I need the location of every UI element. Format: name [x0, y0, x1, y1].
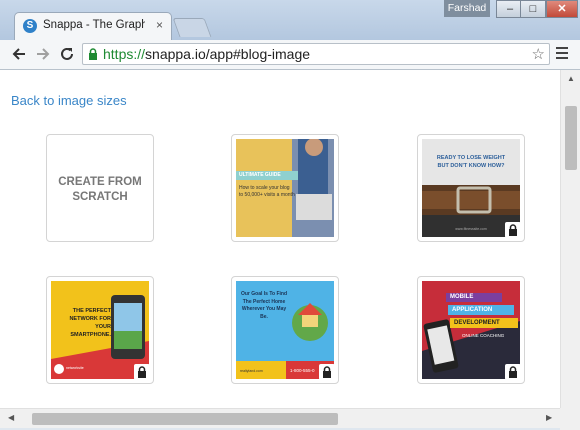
- page-viewport: Back to image sizes CREATE FROM SCRATCH …: [0, 70, 560, 408]
- forward-arrow-icon[interactable]: [34, 46, 52, 64]
- template-card-smartphone-network[interactable]: THE PERFECT NETWORK FOR YOUR SMARTPHONE.…: [46, 276, 154, 384]
- address-bar[interactable]: https://snappa.io/app#blog-image ☆: [82, 43, 550, 65]
- premium-lock-icon: [505, 364, 521, 380]
- template-thumbnail: ULTIMATE GUIDE How to scale your blog to…: [236, 139, 334, 237]
- vertical-scrollbar[interactable]: ▲: [560, 70, 580, 408]
- back-to-image-sizes-link[interactable]: Back to image sizes: [11, 93, 127, 108]
- close-window-button[interactable]: ✕: [546, 0, 578, 18]
- new-tab-button[interactable]: [172, 18, 212, 37]
- app-line-3: DEVELOPMENT: [454, 320, 500, 326]
- tab-close-icon[interactable]: ×: [156, 18, 163, 32]
- browser-tab[interactable]: S Snappa - The Graphic Des ×: [14, 12, 172, 40]
- template-card-ultimate-guide[interactable]: ULTIMATE GUIDE How to scale your blog to…: [231, 134, 339, 242]
- weight-line-1: READY TO LOSE WEIGHT: [436, 155, 506, 161]
- home-text: Our Goal Is To Find The Perfect Home Whe…: [240, 291, 288, 320]
- browser-toolbar: https://snappa.io/app#blog-image ☆: [0, 40, 580, 70]
- bookmark-star-icon[interactable]: ☆: [532, 45, 545, 63]
- maximize-button[interactable]: □: [520, 0, 546, 18]
- create-from-scratch-label: CREATE FROM SCRATCH: [47, 175, 153, 205]
- template-card-mobile-app[interactable]: MOBILE APPLICATION DEVELOPMENT ONLINE CO…: [417, 276, 525, 384]
- chrome-menu-icon[interactable]: [556, 47, 568, 62]
- horizontal-scroll-thumb[interactable]: [32, 413, 338, 425]
- weight-line-2: BUT DON'T KNOW HOW?: [437, 163, 505, 169]
- guide-banner: ULTIMATE GUIDE: [239, 172, 281, 178]
- premium-lock-icon: [319, 364, 335, 380]
- home-brand: realtyland.com: [240, 369, 263, 373]
- horizontal-scrollbar[interactable]: ◀ ▶: [0, 408, 560, 428]
- premium-lock-icon: [134, 364, 150, 380]
- scratch-line-2: SCRATCH: [72, 191, 128, 203]
- url-scheme: https://: [103, 46, 146, 62]
- template-card-perfect-home[interactable]: Our Goal Is To Find The Perfect Home Whe…: [231, 276, 339, 384]
- tab-title: Snappa - The Graphic Des: [43, 19, 145, 31]
- smartphone-text: THE PERFECT NETWORK FOR YOUR SMARTPHONE.: [69, 308, 111, 338]
- secure-lock-icon: [89, 48, 97, 60]
- scrollbar-corner: [560, 408, 580, 430]
- profile-badge[interactable]: Farshad: [444, 0, 490, 17]
- premium-lock-icon: [505, 222, 521, 238]
- back-arrow-icon[interactable]: [10, 46, 28, 64]
- app-line-4: ONLINE COACHING: [462, 333, 505, 338]
- scroll-right-arrow-icon[interactable]: ▶: [546, 413, 552, 422]
- app-line-1: MOBILE: [450, 294, 474, 300]
- url-path: snappa.io/app#blog-image: [145, 46, 311, 62]
- scratch-line-1: CREATE FROM: [58, 176, 142, 188]
- app-line-2: APPLICATION: [452, 307, 493, 313]
- window-titlebar: S Snappa - The Graphic Des × Farshad – □…: [0, 0, 580, 40]
- reload-icon[interactable]: [58, 46, 76, 64]
- home-phone: 1-800-555-0: [290, 368, 315, 373]
- template-card-lose-weight[interactable]: READY TO LOSE WEIGHT BUT DON'T KNOW HOW?…: [417, 134, 525, 242]
- create-from-scratch-card[interactable]: CREATE FROM SCRATCH: [46, 134, 154, 242]
- scroll-up-arrow-icon[interactable]: ▲: [567, 74, 575, 83]
- scroll-left-arrow-icon[interactable]: ◀: [8, 413, 14, 422]
- smartphone-brand: networksite: [66, 366, 84, 370]
- url-text: https://snappa.io/app#blog-image: [103, 46, 310, 62]
- snappa-favicon-icon: S: [23, 19, 37, 33]
- guide-text: How to scale your blog to 50,000+ visits…: [239, 185, 295, 198]
- vertical-scroll-thumb[interactable]: [565, 106, 577, 170]
